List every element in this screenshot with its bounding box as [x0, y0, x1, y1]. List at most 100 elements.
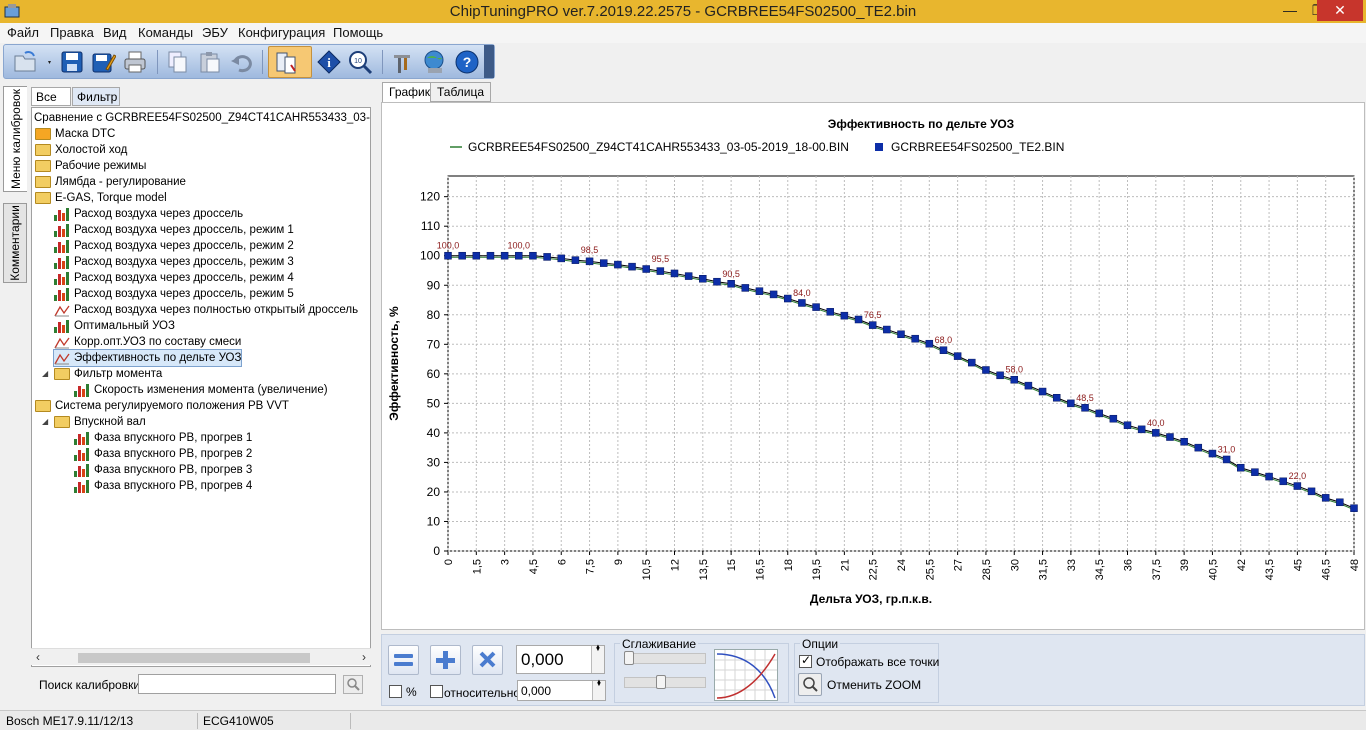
smoothing-slider-1-thumb[interactable]: [624, 651, 634, 665]
svg-text:10: 10: [354, 58, 362, 65]
tree-item[interactable]: Оптимальный УОЗ: [54, 318, 175, 334]
tree-item[interactable]: Расход воздуха через дроссель, режим 3: [54, 254, 294, 270]
tree-item[interactable]: Впускной вал: [54, 414, 146, 430]
expander-icon[interactable]: ◢: [42, 417, 48, 426]
tree-item[interactable]: Эффективность по дельте УОЗ: [52, 349, 243, 367]
tree-item[interactable]: Система регулируемого положения РВ VVT: [35, 398, 289, 414]
close-button[interactable]: ✕: [1317, 0, 1363, 21]
smoothing-slider-2-thumb[interactable]: [656, 675, 666, 689]
tab-graph[interactable]: График: [382, 82, 437, 103]
value-spinner[interactable]: ▲ ▼: [591, 644, 604, 673]
chart-area[interactable]: Эффективность по дельте УОЗ GCRBREE54FS02…: [381, 102, 1365, 630]
tree-item-label: Система регулируемого положения РВ VVT: [55, 400, 289, 412]
minimize-button[interactable]: —: [1276, 0, 1304, 21]
tree-item-label: Сравнение с GCRBREE54FS02500_Z94CT41CAHR…: [34, 112, 371, 124]
calibration-tree[interactable]: Сравнение с GCRBREE54FS02500_Z94CT41CAHR…: [31, 107, 371, 667]
x-tick-label: 36: [1123, 559, 1135, 571]
search-input[interactable]: [138, 674, 336, 694]
help-icon[interactable]: ?: [454, 49, 480, 75]
add-button[interactable]: [430, 645, 461, 675]
tree-item[interactable]: Сравнение с GCRBREE54FS02500_Z94CT41CAHR…: [34, 110, 371, 126]
tree-item-label: Фильтр момента: [74, 368, 163, 380]
percent-checkbox[interactable]: [389, 685, 402, 698]
menu-view[interactable]: Вид: [103, 25, 127, 40]
tree-item[interactable]: Скорость изменения момента (увеличение): [74, 382, 328, 398]
scrollbar-thumb[interactable]: [78, 653, 310, 663]
smoothing-slider-1[interactable]: [624, 653, 706, 664]
toolbar-separator: [382, 50, 383, 74]
map-3d-icon: [74, 480, 90, 493]
undo-icon[interactable]: [229, 49, 255, 75]
tree-item[interactable]: E-GAS, Torque model: [35, 190, 167, 206]
menu-file[interactable]: Файл: [7, 25, 39, 40]
open-file-icon[interactable]: [12, 49, 51, 75]
series-point: [1123, 421, 1132, 429]
tab-comments[interactable]: Комментарии: [3, 203, 27, 283]
tree-item[interactable]: Фаза впускного РВ, прогрев 2: [74, 446, 252, 462]
tab-filter[interactable]: Фильтр: [72, 87, 120, 106]
show-all-points-checkbox[interactable]: [799, 653, 812, 668]
tree-item[interactable]: Фильтр момента: [54, 366, 162, 382]
tree-item[interactable]: Расход воздуха через дроссель, режим 2: [54, 238, 294, 254]
legend-label-1: GCRBREE54FS02500_Z94CT41CAHR553433_03-05…: [468, 140, 849, 154]
save-icon[interactable]: [59, 49, 85, 75]
scroll-left-icon[interactable]: ‹: [36, 650, 40, 664]
data-label: 98,5: [581, 245, 599, 255]
equal-button[interactable]: [388, 645, 419, 675]
tree-item[interactable]: Расход воздуха через дроссель, режим 4: [54, 270, 294, 286]
tree-item[interactable]: Холостой ход: [35, 142, 127, 158]
series-point: [458, 251, 466, 260]
menu-commands[interactable]: Команды: [138, 25, 193, 40]
relative-checkbox[interactable]: [430, 685, 443, 698]
tree-item[interactable]: Корр.опт.УОЗ по составу смеси: [54, 334, 241, 350]
series-point: [925, 339, 934, 348]
scroll-right-icon[interactable]: ›: [362, 650, 366, 664]
tree-item[interactable]: Маска DTC: [35, 126, 115, 142]
search-button[interactable]: [343, 675, 363, 694]
tree-item[interactable]: Расход воздуха через дроссель: [54, 206, 243, 222]
horizontal-scrollbar[interactable]: ‹ ›: [31, 648, 371, 665]
tree-item[interactable]: Лямбда - регулирование: [35, 174, 186, 190]
tab-all[interactable]: Все: [31, 87, 71, 106]
tree-item[interactable]: Расход воздуха через полностью открытый …: [54, 302, 358, 318]
tree-item[interactable]: Расход воздуха через дроссель, режим 5: [54, 286, 294, 302]
value-input[interactable]: 0,000 ▲ ▼: [516, 644, 605, 674]
web-update-icon[interactable]: [422, 49, 448, 75]
tab-calibration-menu[interactable]: Меню калибровок: [3, 86, 27, 192]
tools-icon[interactable]: [389, 49, 415, 75]
menu-bar: Файл Правка Вид Команды ЭБУ Конфигурация…: [0, 23, 1366, 43]
expander-icon[interactable]: ◢: [42, 369, 48, 378]
hex-search-icon[interactable]: 10: [347, 49, 373, 75]
chart[interactable]: Эффективность по дельте УОЗ GCRBREE54FS02…: [382, 103, 1364, 629]
curve-map-icon: [54, 304, 70, 317]
tree-item[interactable]: Фаза впускного РВ, прогрев 1: [74, 430, 252, 446]
relative-input[interactable]: 0,000 ▲ ▼: [517, 679, 606, 701]
paste-icon[interactable]: [197, 49, 223, 75]
tab-table[interactable]: Таблица: [430, 82, 492, 102]
copy-icon[interactable]: [165, 49, 191, 75]
y-tick-label: 80: [427, 308, 441, 322]
relative-spinner[interactable]: ▲ ▼: [592, 679, 605, 700]
compare-icon[interactable]: [268, 46, 312, 78]
tree-item[interactable]: Расход воздуха через дроссель, режим 1: [54, 222, 294, 238]
save-as-icon[interactable]: [90, 49, 117, 75]
tree-item[interactable]: Рабочие режимы: [35, 158, 146, 174]
multiply-button[interactable]: [472, 645, 503, 675]
info-icon[interactable]: i: [316, 49, 342, 75]
print-icon[interactable]: [122, 49, 148, 75]
tree-item-label: Расход воздуха через дроссель, режим 1: [74, 224, 294, 236]
title-bar: ChipTuningPRO ver.7.2019.22.2575 - GCRBR…: [0, 0, 1366, 23]
data-label: 40,0: [1147, 418, 1165, 428]
menu-help[interactable]: Помощь: [333, 25, 383, 40]
toolbar-overflow-icon[interactable]: [484, 45, 494, 78]
folder-icon: [35, 400, 51, 412]
cancel-zoom-button[interactable]: Отменить ZOOM: [827, 678, 921, 692]
tree-item[interactable]: Фаза впускного РВ, прогрев 4: [74, 478, 252, 494]
control-strip: 0,000 ▲ ▼ % относительно 0,000 ▲ ▼ Сглажив…: [381, 634, 1365, 706]
menu-ecu[interactable]: ЭБУ: [202, 25, 228, 40]
toolbar-separator: [157, 50, 158, 74]
menu-configuration[interactable]: Конфигурация: [238, 25, 325, 40]
zoom-reset-icon[interactable]: [798, 673, 822, 696]
menu-edit[interactable]: Правка: [50, 25, 94, 40]
tree-item[interactable]: Фаза впускного РВ, прогрев 3: [74, 462, 252, 478]
